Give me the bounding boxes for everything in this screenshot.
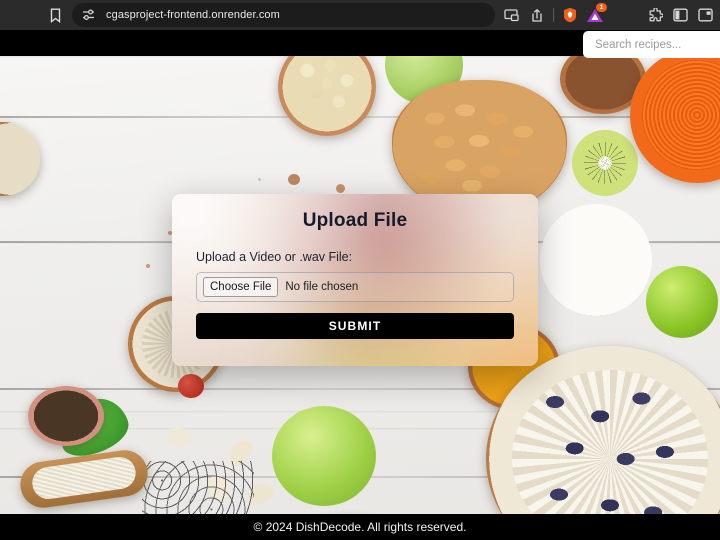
modal-title: Upload File — [302, 210, 408, 231]
pine-nuts-speckles — [294, 56, 360, 120]
submit-button[interactable]: SUBMIT — [196, 313, 514, 339]
choose-file-button[interactable]: Choose File — [203, 277, 279, 297]
green-apple-bottom — [272, 406, 376, 506]
toolbar-mid-group: 1 — [503, 0, 607, 30]
toolbar-left-group — [0, 0, 64, 30]
brave-rewards-triangle-icon[interactable]: 1 — [586, 3, 607, 24]
file-status-text: No file chosen — [285, 281, 359, 293]
sidebar-panel-icon[interactable] — [671, 6, 689, 24]
red-berry — [178, 374, 204, 398]
lime — [646, 266, 718, 338]
puzzle-piece-icon[interactable] — [646, 6, 664, 24]
footer-copyright-text: © 2024 DishDecode. All rights reserved. — [253, 520, 467, 534]
rewards-badge: 1 — [596, 3, 607, 12]
chia-seed-scatter — [142, 461, 254, 514]
screen: cgasproject-frontend.onrender.com 1 Sear… — [0, 0, 720, 540]
picture-in-picture-icon[interactable] — [503, 6, 521, 24]
brave-lion-shield-icon[interactable] — [561, 6, 579, 24]
address-bar-url: cgasproject-frontend.onrender.com — [106, 9, 280, 21]
upload-instructions-label: Upload a Video or .wav File: — [196, 250, 353, 264]
search-input-placeholder: Search recipes... — [595, 38, 682, 51]
modal-content: Upload File Upload a Video or .wav File:… — [172, 194, 538, 366]
share-icon[interactable] — [528, 6, 546, 24]
kiwi-seeds — [584, 142, 626, 184]
search-recipes-box[interactable]: Search recipes... — [583, 31, 720, 58]
toolbar-right-group — [646, 0, 718, 30]
split-view-icon[interactable] — [696, 6, 714, 24]
coconut-half — [540, 204, 652, 316]
toolbar-divider — [553, 8, 554, 22]
address-bar[interactable]: cgasproject-frontend.onrender.com — [72, 3, 495, 27]
browser-toolbar: cgasproject-frontend.onrender.com 1 — [0, 0, 720, 30]
upload-file-modal: Upload File Upload a Video or .wav File:… — [172, 194, 538, 366]
web-page: Search recipes... Upload File Upload a V… — [0, 30, 720, 540]
site-footer: © 2024 DishDecode. All rights reserved. — [0, 514, 720, 540]
tune-sliders-icon[interactable] — [80, 6, 98, 24]
file-input-field[interactable]: Choose File No file chosen — [196, 272, 514, 302]
cloves-bowl — [28, 386, 104, 446]
almonds — [410, 96, 548, 198]
bookmark-icon[interactable] — [46, 6, 64, 24]
